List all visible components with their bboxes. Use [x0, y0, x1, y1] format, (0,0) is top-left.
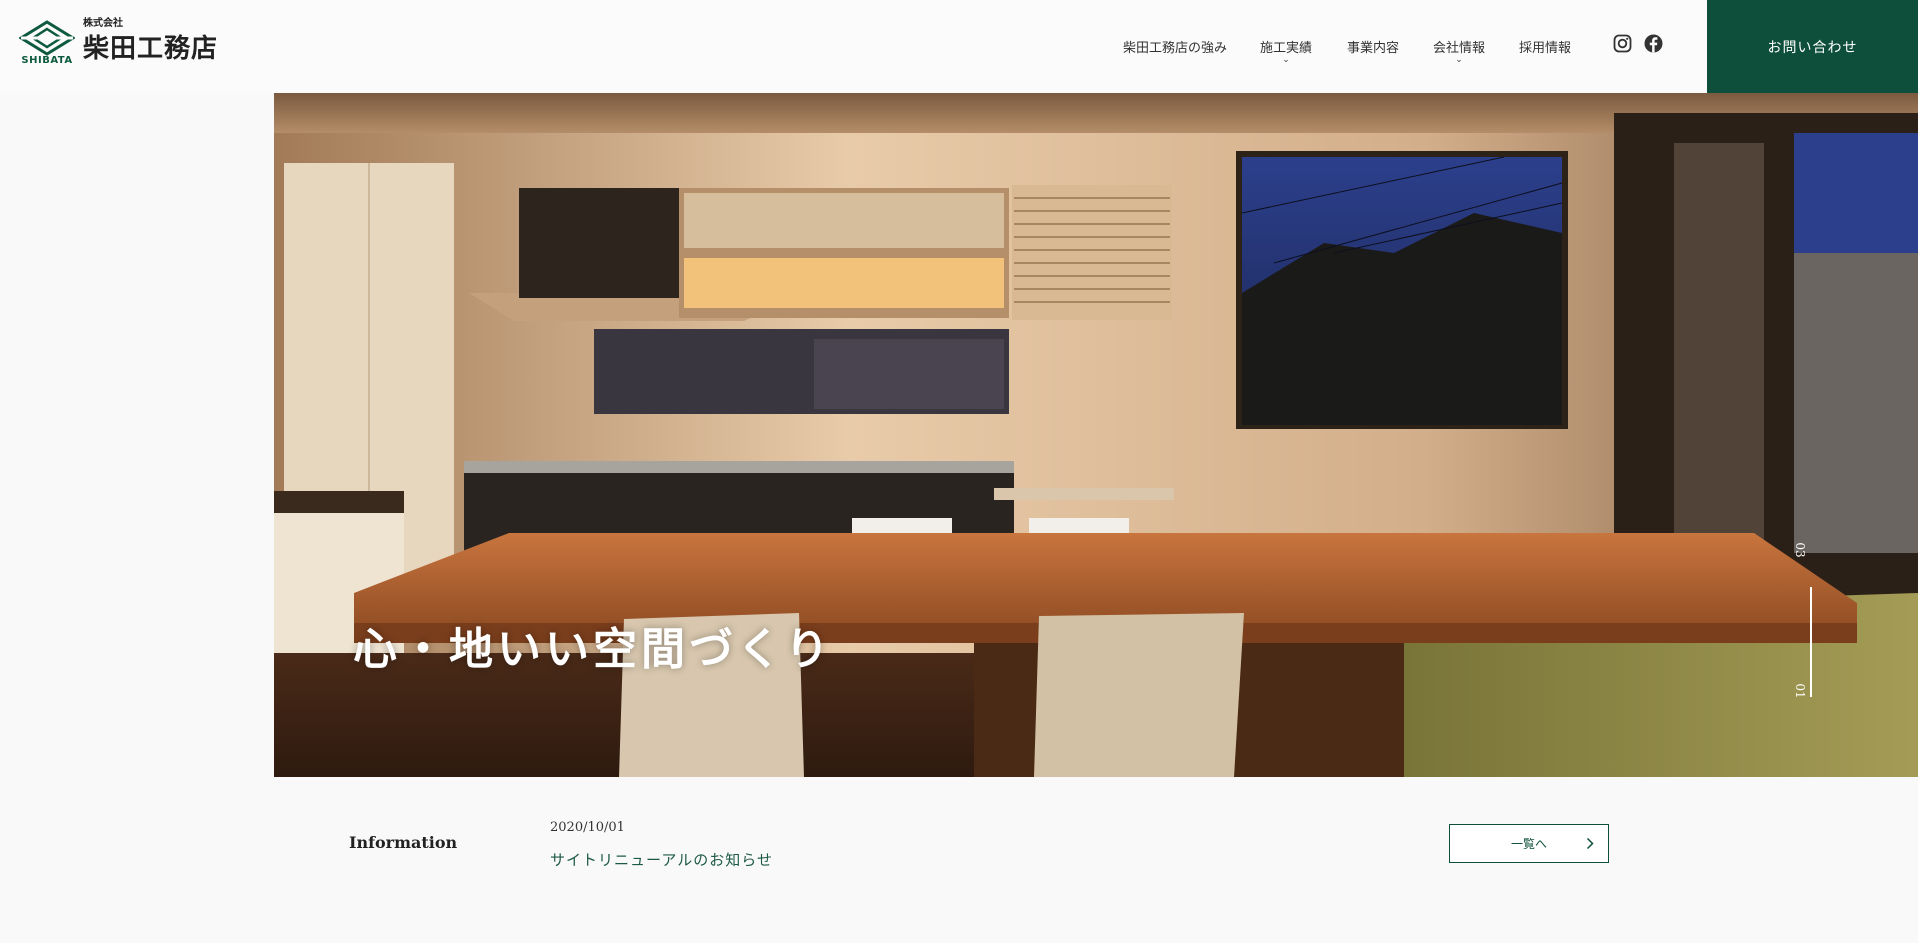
- logo-company-name: 柴田工務店: [83, 34, 219, 64]
- hero-slideshow: 心・地いい空間づくり 03 01: [274, 93, 1918, 777]
- instagram-icon[interactable]: [1613, 34, 1632, 53]
- news-list-button-label: 一覧へ: [1510, 837, 1547, 851]
- nav-item-label: 柴田工務店の強み: [1123, 41, 1228, 56]
- nav-item-strengths[interactable]: 柴田工務店の強み: [1123, 37, 1227, 56]
- nav-item-label: 会社情報: [1433, 41, 1486, 56]
- slide-current-count: 01: [1793, 683, 1807, 699]
- nav-item-label: 事業内容: [1347, 41, 1400, 56]
- logo-en-text: SHIBATA: [21, 55, 73, 66]
- nav-item-label: 採用情報: [1519, 41, 1572, 56]
- information-heading: Information: [349, 833, 458, 852]
- slide-total-count: 03: [1793, 542, 1807, 558]
- nav-item-label: 施工実績: [1260, 41, 1313, 56]
- logo-sub-text: 株式会社: [83, 18, 123, 29]
- site-header: SHIBATA 株式会社 柴田工務店 柴田工務店の強み 施工実績 ⌄ 事業内容 …: [0, 0, 1918, 93]
- chevron-down-icon: ⌄: [1282, 55, 1290, 65]
- news-date: 2020/10/01: [550, 820, 625, 835]
- nav-item-works[interactable]: 施工実績 ⌄: [1260, 37, 1313, 65]
- nav-item-company[interactable]: 会社情報 ⌄: [1433, 37, 1486, 65]
- slide-progress-line: [1810, 587, 1812, 697]
- news-title-link[interactable]: サイトリニューアルのお知らせ: [550, 849, 773, 870]
- nav-item-business[interactable]: 事業内容: [1347, 37, 1399, 56]
- facebook-icon[interactable]: [1644, 34, 1663, 53]
- chevron-down-icon: ⌄: [1455, 55, 1463, 65]
- news-list-button[interactable]: 一覧へ: [1449, 824, 1609, 863]
- chevron-right-icon: [1586, 837, 1594, 850]
- site-logo[interactable]: SHIBATA 株式会社 柴田工務店: [19, 18, 219, 72]
- hero-catchcopy: 心・地いい空間づくり: [353, 624, 833, 675]
- contact-button[interactable]: お問い合わせ: [1707, 0, 1918, 93]
- logo-mark-icon: SHIBATA: [19, 20, 75, 72]
- nav-item-recruit[interactable]: 採用情報: [1519, 37, 1571, 56]
